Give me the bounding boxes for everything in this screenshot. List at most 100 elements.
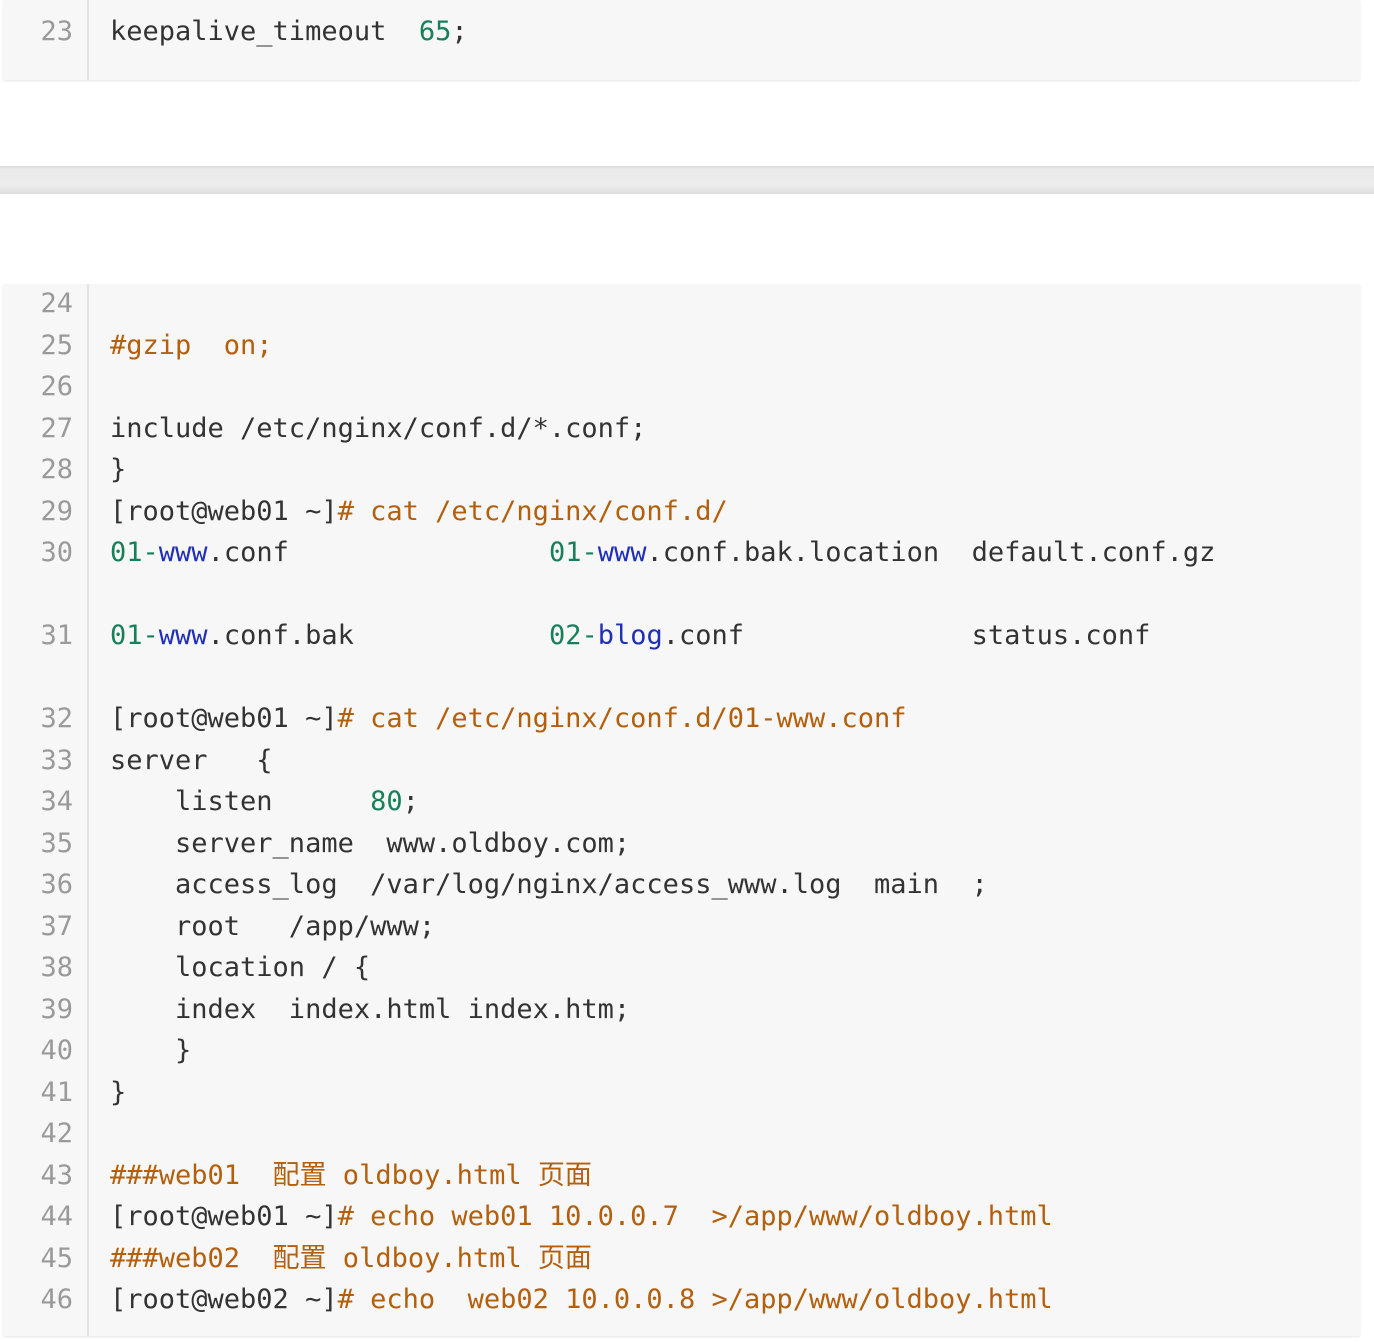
line-number: 40: [40, 1035, 73, 1066]
line-number: 45: [40, 1242, 73, 1274]
code-token: 80: [370, 786, 403, 817]
code-text: index index.html index.htm;: [110, 990, 630, 1030]
code-line: 43 ###web01 配置 oldboy.html 页面: [3, 1156, 1360, 1196]
line-number: 42: [40, 1118, 73, 1149]
code-token: .conf status.conf: [662, 620, 1151, 651]
code-token: # cat /etc/nginx/conf.d/01-www.conf: [337, 703, 907, 734]
code-line: 44 [root@web01 ~]# echo web01 10.0.0.7 >/…: [3, 1197, 1360, 1237]
line-number: 39: [40, 993, 73, 1025]
code-line: 32 [root@web01 ~]# cat /etc/nginx/conf.d/…: [3, 699, 1360, 739]
code-token: ###web01 配置 oldboy.html 页面: [110, 1159, 592, 1191]
code-line: 38 location / {: [3, 948, 1360, 988]
line-number: 32: [40, 703, 73, 734]
code-line: 31 01-www.conf.bak 02-blog.conf status.co…: [3, 616, 1360, 656]
code-text: }: [110, 1073, 126, 1113]
code-token: [root@web02 ~]: [110, 1284, 338, 1315]
code-text: server {: [110, 741, 273, 781]
code-token: .conf.bak: [207, 620, 549, 651]
code-line: 29 [root@web01 ~]# cat /etc/nginx/conf.d/: [3, 492, 1360, 532]
code-token: www: [158, 537, 208, 568]
code-token: }: [110, 1035, 192, 1066]
code-token: root /app/www;: [110, 910, 436, 942]
code-token: 01-: [110, 620, 159, 651]
line-number: 24: [40, 288, 73, 319]
code-token: # cat /etc/nginx/conf.d/: [337, 495, 728, 527]
code-token: .conf: [207, 537, 549, 568]
code-token: listen: [110, 786, 371, 817]
code-text: access_log /var/log/nginx/access_www.log…: [110, 865, 988, 905]
code-line: 26: [3, 367, 1360, 407]
code-text: root /app/www;: [110, 907, 435, 947]
code-line: 37 root /app/www;: [3, 907, 1360, 947]
code-token: ###web02 配置 oldboy.html 页面: [110, 1242, 592, 1274]
code-token: #gzip on;: [110, 329, 273, 361]
code-line: 33 server {: [3, 741, 1360, 781]
code-line: 46 [root@web02 ~]# echo web02 10.0.0.8 >/…: [3, 1280, 1360, 1320]
code-token: [root@web01 ~]: [110, 1201, 338, 1232]
line-number: 43: [40, 1159, 73, 1191]
line-number: 38: [40, 952, 73, 983]
code-line: 41}: [3, 1073, 1360, 1113]
code-line: 39 index index.html index.htm;: [3, 990, 1360, 1030]
code-token: access_log /var/log/nginx/access_www.log…: [110, 869, 988, 900]
code-text: ###web01 配置 oldboy.html 页面: [110, 1156, 592, 1196]
line-number: 26: [40, 371, 73, 402]
code-token: blog: [597, 620, 663, 651]
code-text: }: [110, 450, 126, 490]
code-token: }: [110, 1076, 127, 1108]
code-line: 36 access_log /var/log/nginx/access_www.…: [3, 865, 1360, 905]
code-line: 34 listen 80;: [3, 782, 1360, 822]
code-token: ;: [451, 16, 468, 47]
code-text: server_name www.oldboy.com;: [110, 824, 630, 864]
code-text: listen 80;: [110, 782, 419, 822]
code-token: keepalive_timeout: [110, 16, 419, 47]
code-token: 01-: [110, 537, 159, 568]
line-number: 28: [40, 454, 73, 485]
line-number: 23: [40, 16, 73, 47]
line-number: 35: [40, 827, 73, 859]
code-text: include /etc/nginx/conf.d/*.conf;: [110, 409, 646, 449]
code-text: [root@web01 ~]# cat /etc/nginx/conf.d/: [110, 492, 728, 532]
code-line: 45 ###web02 配置 oldboy.html 页面: [3, 1239, 1360, 1279]
line-number: 36: [40, 869, 73, 900]
line-number: 29: [40, 495, 73, 527]
code-token: [root@web01 ~]: [110, 703, 338, 734]
line-number: 30: [40, 537, 73, 568]
code-token: # echo web02 10.0.0.8 >/app/www/oldboy.h…: [337, 1284, 1053, 1315]
code-token: server_name www.oldboy.com;: [110, 827, 631, 859]
code-line: 30 01-www.conf 01-www.conf.bak.location d…: [3, 533, 1360, 573]
code-text: [root@web02 ~]# echo web02 10.0.0.8 >/ap…: [110, 1280, 1053, 1320]
code-token: # echo web01 10.0.0.7 >/app/www/oldboy.h…: [337, 1201, 1053, 1232]
line-number: 27: [40, 412, 73, 444]
code-token: ;: [402, 786, 419, 817]
code-token: www: [158, 620, 208, 651]
line-number: 41: [40, 1076, 73, 1108]
code-line: 25 #gzip on;: [3, 326, 1360, 366]
code-line: 23 keepalive_timeout 65;: [3, 12, 1360, 52]
code-line: 28}: [3, 450, 1360, 490]
code-text: 01-www.conf 01-www.conf.bak.location def…: [110, 533, 1215, 573]
code-text: ###web02 配置 oldboy.html 页面: [110, 1239, 592, 1279]
code-token: location / {: [110, 952, 371, 983]
line-number: 44: [40, 1201, 73, 1232]
code-line: 27 include /etc/nginx/conf.d/*.conf;: [3, 409, 1360, 449]
code-line: 35 server_name www.oldboy.com;: [3, 824, 1360, 864]
code-text: #gzip on;: [110, 326, 273, 366]
section-divider: [0, 166, 1374, 194]
code-line: 24: [3, 284, 1360, 324]
code-token: include /etc/nginx/conf.d/*.conf;: [110, 412, 647, 444]
code-text: location / {: [110, 948, 370, 988]
line-number: 34: [40, 786, 73, 817]
code-block-top: 23 keepalive_timeout 65;: [3, 0, 1360, 80]
code-token: 01-: [548, 537, 598, 568]
code-token: server {: [110, 744, 273, 776]
code-token: .conf.bak.location default.conf.gz: [646, 537, 1216, 568]
code-text: }: [110, 1031, 191, 1071]
line-number: 25: [40, 329, 73, 361]
code-line: 42: [3, 1114, 1360, 1154]
code-text: keepalive_timeout 65;: [110, 12, 468, 52]
code-text: [root@web01 ~]# echo web01 10.0.0.7 >/ap…: [110, 1197, 1053, 1237]
code-token: }: [110, 454, 127, 485]
code-block-main: 24 25 #gzip on; 26 27 include /etc/nginx/conf…: [3, 284, 1360, 1336]
code-text: [root@web01 ~]# cat /etc/nginx/conf.d/01…: [110, 699, 907, 739]
